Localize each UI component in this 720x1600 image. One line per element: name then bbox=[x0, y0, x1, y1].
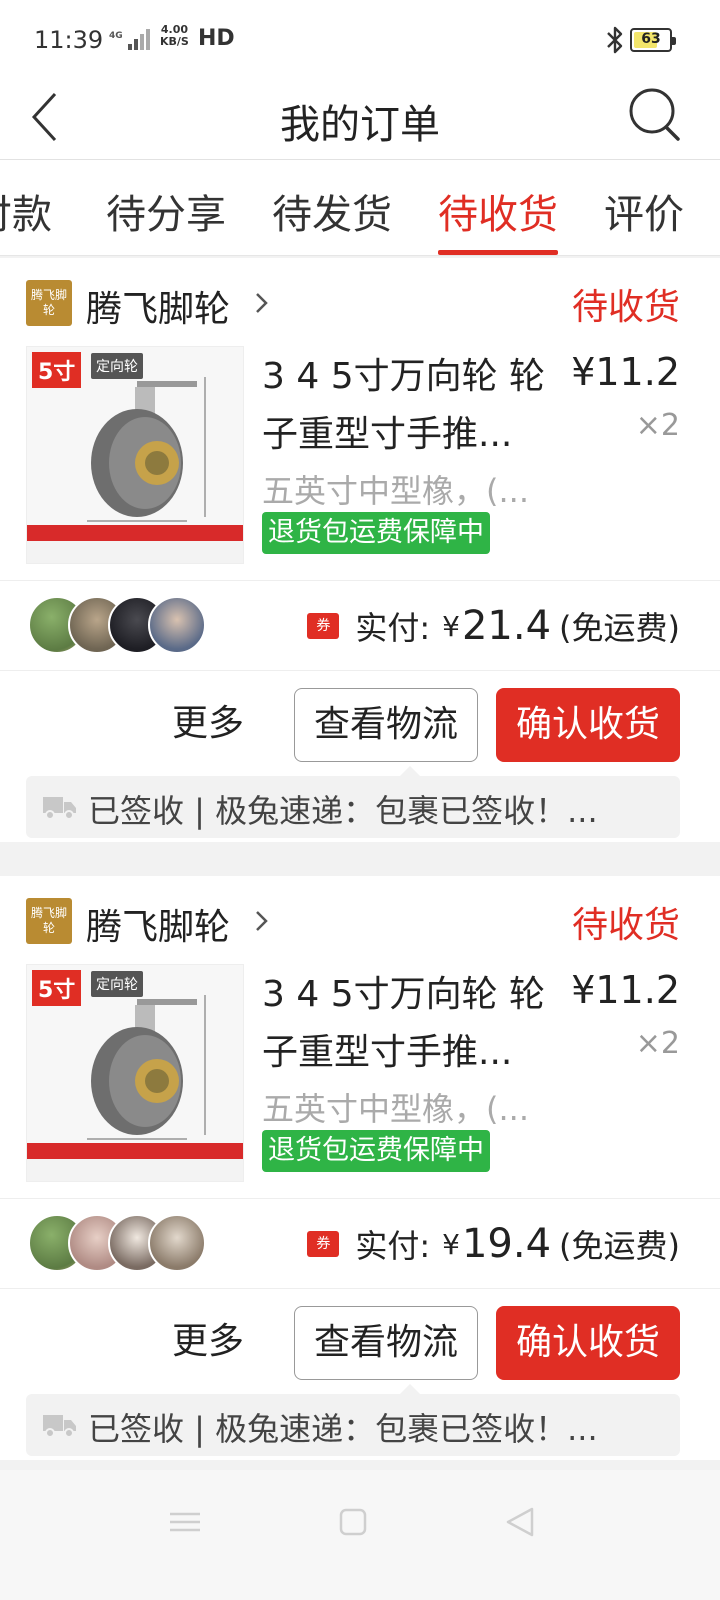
payment-row: 券 实付: ¥ 21.4 (免运费) bbox=[307, 603, 680, 649]
tab-review[interactable]: 评价 bbox=[604, 182, 684, 240]
order-card[interactable]: 腾飞脚轮 腾飞脚轮 待收货 5寸 定向轮 3 4 5寸万向轮 轮子重型寸手推..… bbox=[0, 258, 720, 842]
more-button[interactable]: 更多 bbox=[150, 1306, 266, 1378]
tab-receive[interactable]: 待收货 bbox=[438, 182, 558, 240]
divider bbox=[0, 580, 720, 581]
product-quantity: ×2 bbox=[635, 1026, 680, 1061]
status-time: 11:39 bbox=[34, 26, 104, 54]
order-card[interactable]: 腾飞脚轮 腾飞脚轮 待收货 5寸 定向轮 3 4 5寸万向轮 轮子重型寸手推..… bbox=[0, 876, 720, 1460]
guarantee-badge: 退货包运费保障中 bbox=[262, 512, 490, 554]
bluetooth-icon bbox=[607, 26, 623, 54]
pay-currency: ¥ bbox=[442, 1227, 460, 1261]
logistics-pointer bbox=[400, 766, 420, 776]
shop-name[interactable]: 腾飞脚轮 bbox=[86, 898, 230, 950]
type-tag: 定向轮 bbox=[91, 971, 143, 997]
order-status: 待收货 bbox=[571, 287, 680, 328]
avatar bbox=[148, 596, 206, 654]
view-logistics-button[interactable]: 查看物流 bbox=[294, 1306, 478, 1380]
battery-icon: 63 bbox=[630, 28, 676, 52]
buyer-avatars[interactable] bbox=[28, 596, 208, 654]
home-square-icon[interactable] bbox=[328, 1502, 378, 1542]
battery-tip bbox=[672, 37, 676, 45]
product-quantity: ×2 bbox=[635, 408, 680, 443]
pay-note: (免运费) bbox=[559, 1227, 680, 1265]
product-spec: 五英寸中型橡，(... bbox=[262, 1090, 530, 1128]
speed-unit: KB/S bbox=[160, 35, 189, 48]
tab-active-underline bbox=[438, 250, 558, 255]
buyer-avatars[interactable] bbox=[28, 1214, 208, 1272]
more-button[interactable]: 更多 bbox=[150, 688, 266, 760]
pay-label: 实付: bbox=[355, 609, 431, 647]
system-nav-bar bbox=[0, 1470, 720, 1600]
logistics-text: 已签收 | 极兔速递：包裹已签收！... bbox=[88, 792, 598, 830]
type-tag: 定向轮 bbox=[91, 353, 143, 379]
pay-amount: 19.4 bbox=[461, 1221, 552, 1267]
pay-note: (免运费) bbox=[559, 609, 680, 647]
pay-currency: ¥ bbox=[442, 609, 460, 643]
avatar bbox=[148, 1214, 206, 1272]
divider bbox=[0, 1198, 720, 1199]
product-price: ¥11.2 bbox=[571, 350, 680, 394]
logistics-info[interactable]: 已签收 | 极兔速递：包裹已签收！... bbox=[26, 1384, 680, 1456]
logistics-info[interactable]: 已签收 | 极兔速递：包裹已签收！... bbox=[26, 766, 680, 838]
product-image[interactable]: 5寸 定向轮 bbox=[26, 964, 244, 1182]
pay-label: 实付: bbox=[355, 1227, 431, 1265]
search-icon bbox=[629, 88, 680, 141]
divider bbox=[0, 670, 720, 671]
page-title: 我的订单 bbox=[280, 102, 440, 148]
logistics-pointer bbox=[400, 1384, 420, 1394]
back-triangle-icon[interactable] bbox=[496, 1502, 546, 1542]
search-button[interactable] bbox=[626, 84, 686, 146]
product-title[interactable]: 3 4 5寸万向轮 轮子重型寸手推... bbox=[262, 348, 560, 464]
size-tag: 5寸 bbox=[32, 352, 82, 388]
guarantee-badge: 退货包运费保障中 bbox=[262, 1130, 490, 1172]
product-price: ¥11.2 bbox=[571, 968, 680, 1012]
coupon-icon: 券 bbox=[307, 613, 340, 639]
order-status: 待收货 bbox=[571, 905, 680, 946]
payment-row: 券 实付: ¥ 19.4 (免运费) bbox=[307, 1221, 680, 1267]
signal-icon: 4G bbox=[109, 29, 150, 50]
shop-name[interactable]: 腾飞脚轮 bbox=[86, 280, 230, 332]
tab-pay[interactable]: 付款 bbox=[0, 182, 52, 240]
confirm-receipt-button[interactable]: 确认收货 bbox=[496, 688, 680, 762]
logistics-text: 已签收 | 极兔速递：包裹已签收！... bbox=[88, 1410, 598, 1448]
order-tabs: 付款 待分享 待发货 待收货 评价 bbox=[0, 160, 720, 256]
hd-indicator: HD bbox=[198, 26, 235, 51]
battery-level: 63 bbox=[641, 31, 661, 47]
tab-ship[interactable]: 待发货 bbox=[272, 182, 392, 240]
tab-share[interactable]: 待分享 bbox=[106, 182, 226, 240]
view-logistics-button[interactable]: 查看物流 bbox=[294, 688, 478, 762]
product-image[interactable]: 5寸 定向轮 bbox=[26, 346, 244, 564]
truck-icon bbox=[43, 797, 76, 820]
product-spec: 五英寸中型橡，(... bbox=[262, 472, 530, 510]
divider bbox=[0, 1288, 720, 1289]
confirm-receipt-button[interactable]: 确认收货 bbox=[496, 1306, 680, 1380]
coupon-icon: 券 bbox=[307, 1231, 340, 1257]
network-label: 4G bbox=[109, 31, 123, 41]
menu-icon[interactable] bbox=[160, 1502, 210, 1542]
shop-logo[interactable]: 腾飞脚轮 bbox=[26, 898, 72, 944]
shop-logo[interactable]: 腾飞脚轮 bbox=[26, 280, 72, 326]
size-tag: 5寸 bbox=[32, 970, 82, 1006]
header: 我的订单 bbox=[0, 78, 720, 160]
truck-icon bbox=[43, 1415, 76, 1438]
pay-amount: 21.4 bbox=[461, 603, 552, 649]
status-bar: 11:39 4G 4.00 KB/S HD 63 bbox=[0, 0, 720, 78]
product-title[interactable]: 3 4 5寸万向轮 轮子重型寸手推... bbox=[262, 966, 560, 1082]
network-speed: 4.00 KB/S bbox=[160, 24, 189, 48]
chevron-right-icon[interactable] bbox=[252, 288, 272, 318]
chevron-right-icon[interactable] bbox=[252, 906, 272, 936]
